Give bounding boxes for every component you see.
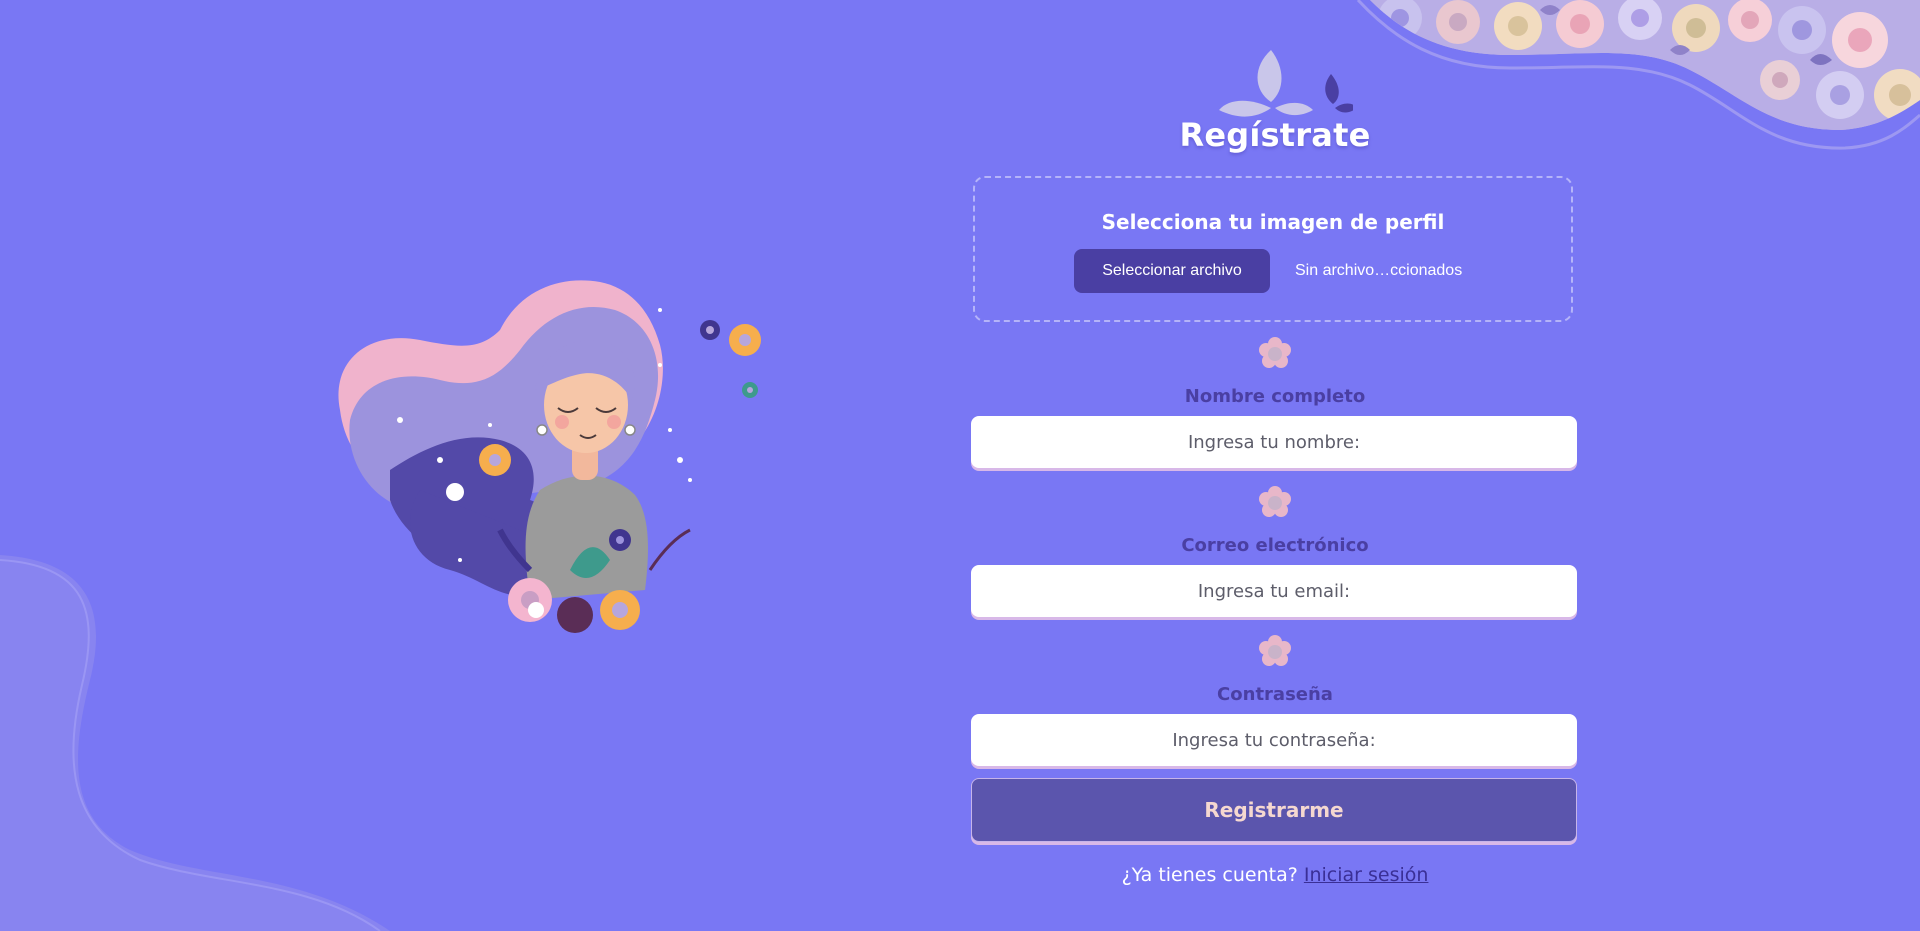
flower-separator-icon: [1259, 337, 1291, 368]
register-form: Regístrate Selecciona tu imagen de perfi…: [970, 0, 1580, 931]
password-label: Contraseña: [1217, 684, 1333, 705]
file-status-text: Sin archivo…ccionados: [1295, 262, 1463, 279]
email-input[interactable]: [971, 565, 1577, 617]
login-prompt-text: ¿Ya tienes cuenta?: [1121, 864, 1298, 886]
register-page: Regístrate Selecciona tu imagen de perfi…: [0, 0, 1920, 931]
upload-title: Selecciona tu imagen de perfil: [1101, 210, 1445, 234]
select-file-button[interactable]: Seleccionar archivo: [1074, 249, 1270, 293]
register-button[interactable]: Registrarme: [971, 778, 1577, 842]
name-label: Nombre completo: [1184, 386, 1366, 407]
profile-image-upload: Selecciona tu imagen de perfil Seleccion…: [973, 176, 1573, 322]
flower-separator-icon: [1259, 486, 1291, 517]
login-prompt-line: ¿Ya tienes cuenta? Iniciar sesión: [970, 864, 1580, 886]
woman-flowers-illustration: [338, 280, 761, 633]
page-title: Regístrate: [1179, 116, 1371, 154]
login-link[interactable]: Iniciar sesión: [1304, 864, 1429, 886]
password-input[interactable]: [971, 714, 1577, 766]
name-input[interactable]: [971, 416, 1577, 468]
email-label: Correo electrónico: [1181, 535, 1369, 556]
leaves-logo-icon: [1219, 50, 1353, 117]
flower-separator-icon: [1259, 635, 1291, 666]
